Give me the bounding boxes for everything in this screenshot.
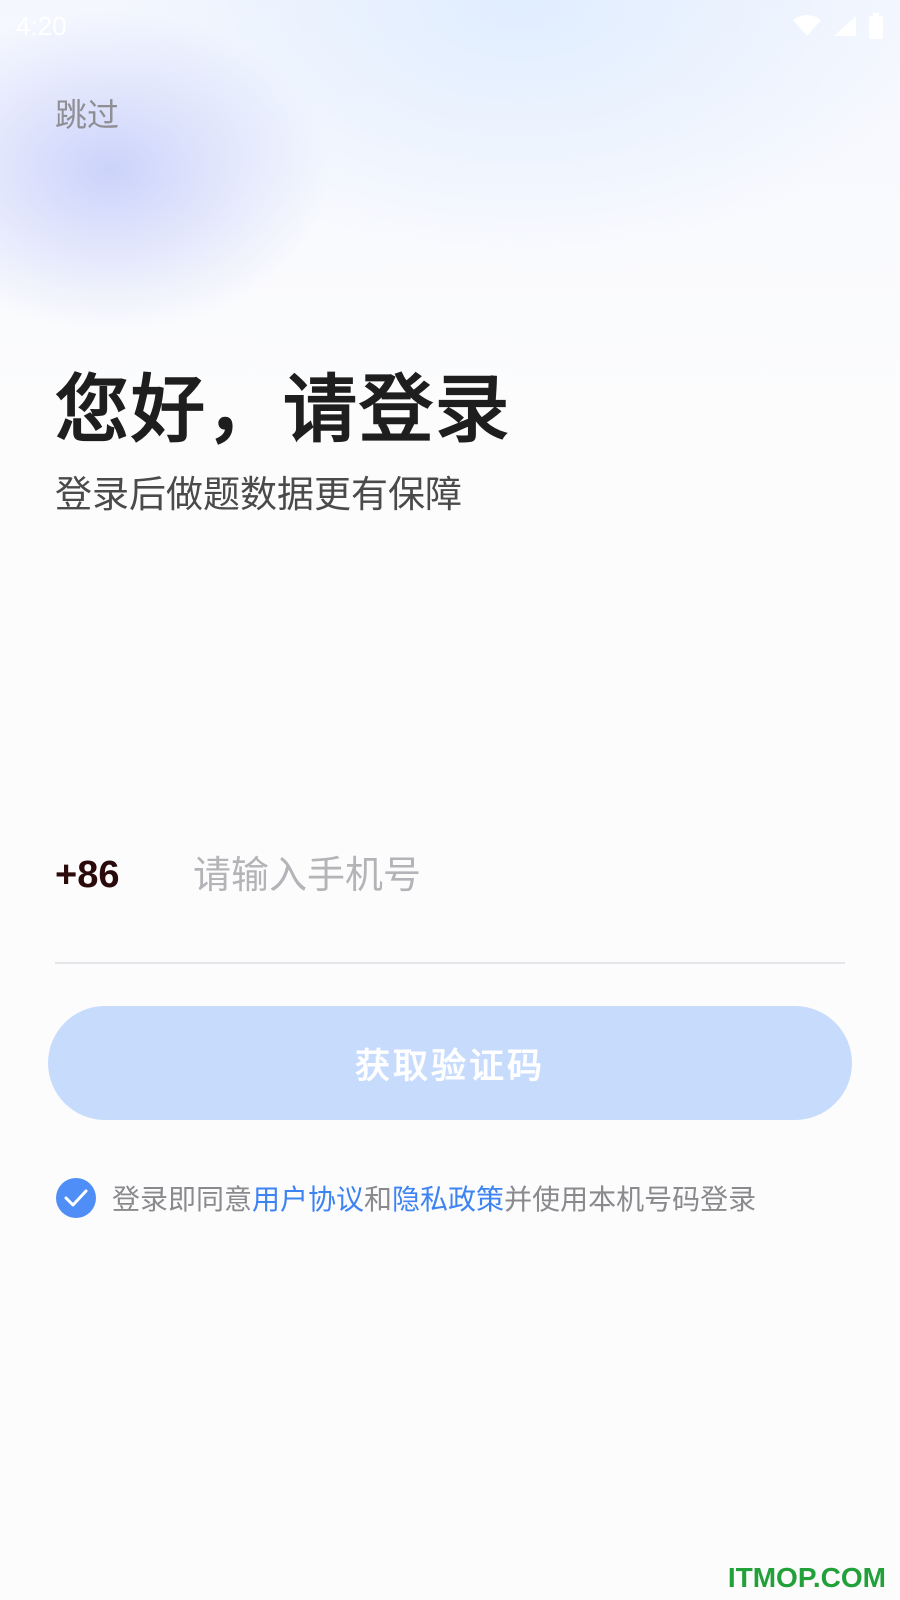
- country-code[interactable]: +86: [55, 854, 193, 897]
- checkmark-icon: [64, 1189, 88, 1207]
- page-title: 您好，请登录: [55, 367, 511, 453]
- page-subtitle: 登录后做题数据更有保障: [55, 473, 462, 516]
- agreement-text: 登录即同意用户协议和隐私政策并使用本机号码登录: [112, 1178, 756, 1218]
- agreement-row: 登录即同意用户协议和隐私政策并使用本机号码登录: [56, 1178, 756, 1218]
- agreement-and: 和: [364, 1183, 393, 1216]
- phone-row: +86: [55, 840, 845, 910]
- watermark: ITMOP.COM: [727, 1562, 886, 1593]
- agreement-prefix: 登录即同意: [112, 1183, 253, 1216]
- battery-icon: [868, 13, 884, 39]
- status-icons: [792, 13, 884, 39]
- status-bar: 4:20: [0, 0, 900, 52]
- agreement-suffix: 并使用本机号码登录: [504, 1183, 757, 1216]
- phone-input[interactable]: [193, 853, 813, 897]
- agreement-checkbox[interactable]: [56, 1178, 96, 1218]
- privacy-policy-link[interactable]: 隐私政策: [392, 1183, 504, 1216]
- phone-divider: [55, 962, 845, 964]
- signal-icon: [832, 14, 858, 38]
- status-time: 4:20: [16, 10, 67, 41]
- skip-button[interactable]: 跳过: [55, 90, 119, 136]
- wifi-icon: [792, 14, 822, 38]
- user-agreement-link[interactable]: 用户协议: [252, 1183, 364, 1216]
- get-code-button[interactable]: 获取验证码: [48, 1006, 852, 1120]
